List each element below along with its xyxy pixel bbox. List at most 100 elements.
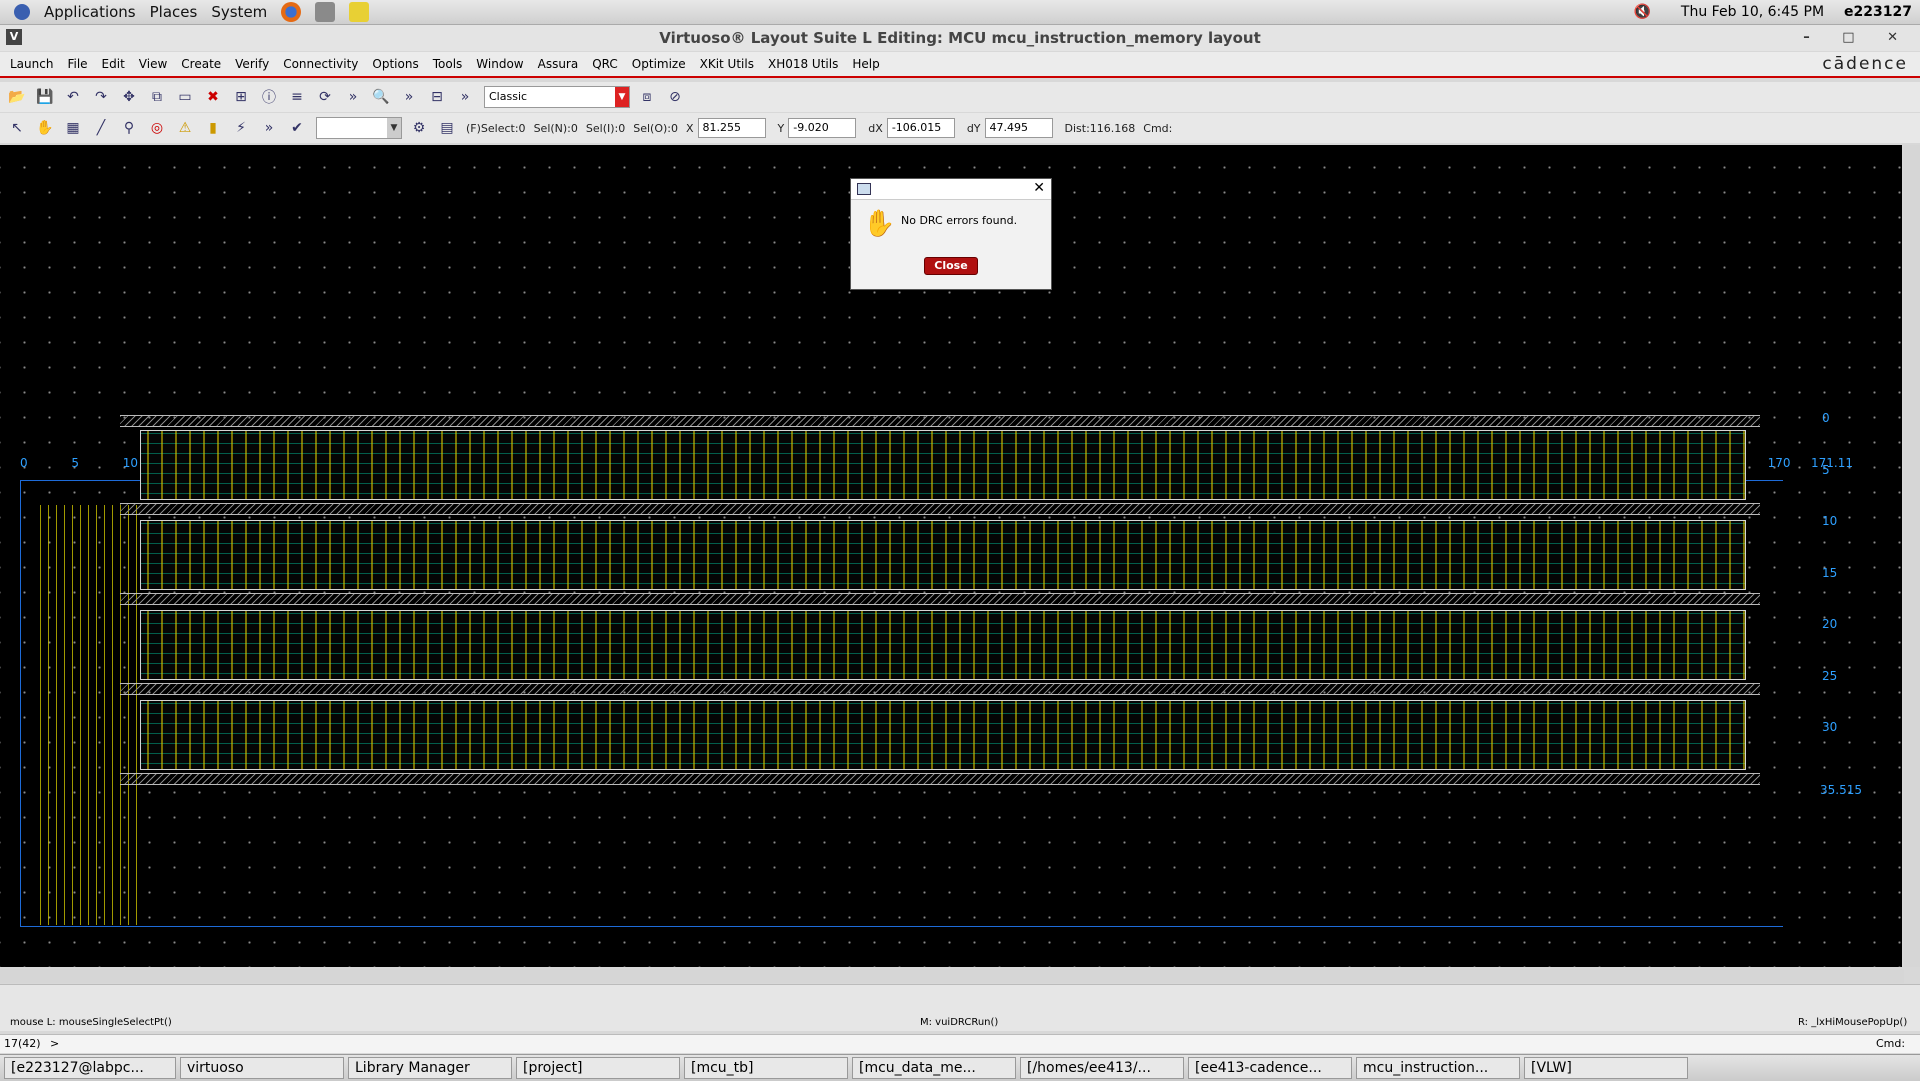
- task-mcu-instruction[interactable]: mcu_instruction...: [1356, 1057, 1520, 1079]
- warning-icon[interactable]: ⚠: [174, 117, 196, 139]
- window-menu-icon[interactable]: V: [6, 29, 22, 45]
- chevron-down-icon[interactable]: ▼: [615, 87, 629, 107]
- menu-assura[interactable]: Assura: [538, 57, 579, 71]
- y-ruler-tick: 15: [1822, 565, 1838, 580]
- menu-qrc[interactable]: QRC: [592, 57, 618, 71]
- workspace-reset-icon[interactable]: ⊘: [664, 86, 686, 108]
- panel-icon[interactable]: ▤: [436, 117, 458, 139]
- copy-icon[interactable]: ⧉: [146, 86, 168, 108]
- system-menu[interactable]: System: [211, 3, 267, 21]
- menu-create[interactable]: Create: [181, 57, 221, 71]
- window-controls[interactable]: – □ ✕: [1803, 25, 1912, 51]
- hierarchy-icon[interactable]: ⊟: [426, 86, 448, 108]
- sel-i-count: Sel(I):0: [585, 121, 626, 135]
- ruler-icon[interactable]: ╱: [90, 117, 112, 139]
- menu-connectivity[interactable]: Connectivity: [283, 57, 358, 71]
- x-label: X: [686, 121, 694, 135]
- dialog-titlebar[interactable]: ✕: [851, 179, 1051, 200]
- task-ee413-cadence[interactable]: [ee413-cadence...: [1188, 1057, 1352, 1079]
- info-icon[interactable]: ⓘ: [258, 86, 280, 108]
- menu-file[interactable]: File: [67, 57, 87, 71]
- check-icon[interactable]: ✔: [286, 117, 308, 139]
- clock[interactable]: Thu Feb 10, 6:45 PM: [1681, 4, 1824, 20]
- task-library-manager[interactable]: Library Manager: [348, 1057, 512, 1079]
- mouse-middle-binding: M: vuiDRCRun(): [920, 1017, 999, 1028]
- panel-menus: Applications Places System: [0, 2, 370, 22]
- select-icon[interactable]: ↖: [6, 117, 28, 139]
- menu-xh018-utils[interactable]: XH018 Utils: [768, 57, 838, 71]
- wire-icon[interactable]: ⚡: [230, 117, 252, 139]
- task-terminal[interactable]: [e223127@labpc...: [4, 1057, 176, 1079]
- menu-view[interactable]: View: [139, 57, 167, 71]
- task-mcu-tb[interactable]: [mcu_tb]: [684, 1057, 848, 1079]
- x-ruler-tick: 170: [1767, 456, 1791, 470]
- properties-icon[interactable]: ⊞: [230, 86, 252, 108]
- line-count: 17(42): [4, 1037, 41, 1050]
- fselect-count: (F)Select:0: [466, 121, 526, 135]
- more-icon-3[interactable]: »: [454, 86, 476, 108]
- dx-value: -106.015: [886, 118, 955, 138]
- marker-icon[interactable]: ▮: [202, 117, 224, 139]
- stretch-icon[interactable]: ▭: [174, 86, 196, 108]
- applications-menu[interactable]: Applications: [44, 3, 136, 21]
- dx-label: dX: [868, 121, 883, 135]
- layer-icon[interactable]: ▦: [62, 117, 84, 139]
- zoom-icon[interactable]: 🔍: [370, 86, 392, 108]
- menu-help[interactable]: Help: [852, 57, 879, 71]
- horizontal-scrollbar[interactable]: [0, 969, 1904, 983]
- task-virtuoso[interactable]: virtuoso: [180, 1057, 344, 1079]
- menu-options[interactable]: Options: [372, 57, 418, 71]
- workspace-save-icon[interactable]: ⧈: [636, 86, 658, 108]
- volume-icon[interactable]: 🔇: [1633, 4, 1650, 20]
- menu-verify[interactable]: Verify: [235, 57, 269, 71]
- delete-icon[interactable]: ✖: [202, 86, 224, 108]
- redo-icon[interactable]: ↷: [90, 86, 112, 108]
- menu-launch[interactable]: Launch: [10, 57, 53, 71]
- y-ruler-tick: 10: [1822, 514, 1838, 528]
- command-line[interactable]: 17(42) > Cmd:: [0, 1034, 1920, 1053]
- user-menu[interactable]: e223127: [1844, 4, 1912, 20]
- y-label: Y: [777, 121, 785, 135]
- filter-select[interactable]: ▼: [316, 117, 402, 139]
- undo-icon[interactable]: ↶: [62, 86, 84, 108]
- more-icon[interactable]: »: [342, 86, 364, 108]
- distance-readout: Dist:116.168: [1064, 121, 1136, 135]
- workspace-select[interactable]: Classic ▼: [484, 86, 630, 108]
- y-ruler-tick: 25: [1822, 668, 1838, 683]
- menu-xkit-utils[interactable]: XKit Utils: [700, 57, 754, 71]
- gear-icon[interactable]: ⚙: [408, 117, 430, 139]
- menu-optimize[interactable]: Optimize: [632, 57, 686, 71]
- task-vlw[interactable]: [VLW]: [1524, 1057, 1688, 1079]
- vertical-scrollbar[interactable]: [1904, 145, 1920, 967]
- memory-row: [140, 610, 1746, 680]
- search-layer-icon[interactable]: ⚲: [118, 117, 140, 139]
- email-launcher-icon[interactable]: [315, 2, 336, 22]
- drc-icon[interactable]: ◎: [146, 117, 168, 139]
- text-editor-launcher-icon[interactable]: [349, 2, 370, 22]
- menu-window[interactable]: Window: [476, 57, 523, 71]
- align-icon[interactable]: ≡: [286, 86, 308, 108]
- open-icon[interactable]: 📂: [6, 86, 28, 108]
- close-button[interactable]: Close: [924, 257, 978, 275]
- pan-icon[interactable]: ✋: [34, 117, 56, 139]
- task-homes-ee413[interactable]: [/homes/ee413/...: [1020, 1057, 1184, 1079]
- task-mcu-data-memory[interactable]: [mcu_data_me...: [852, 1057, 1016, 1079]
- menu-tools[interactable]: Tools: [433, 57, 463, 71]
- toolbar-main: 📂 💾 ↶ ↷ ✥ ⧉ ▭ ✖ ⊞ ⓘ ≡ ⟳ » 🔍 » ⊟ » Classi…: [0, 82, 1920, 112]
- firefox-launcher-icon[interactable]: [281, 2, 302, 22]
- move-icon[interactable]: ✥: [118, 86, 140, 108]
- memory-row: [140, 430, 1746, 500]
- refresh-icon[interactable]: ⟳: [314, 86, 336, 108]
- dy-value: 47.495: [984, 118, 1053, 138]
- menu-edit[interactable]: Edit: [102, 57, 125, 71]
- close-icon[interactable]: ✕: [1033, 180, 1045, 196]
- x-coordinate: 81.255: [697, 118, 766, 138]
- window-titlebar[interactable]: V Virtuoso® Layout Suite L Editing: MCU …: [0, 25, 1920, 51]
- chevron-down-icon-2[interactable]: ▼: [387, 118, 401, 138]
- more-icon-4[interactable]: »: [258, 117, 280, 139]
- places-menu[interactable]: Places: [150, 3, 198, 21]
- save-icon[interactable]: 💾: [34, 86, 56, 108]
- task-project[interactable]: [project]: [516, 1057, 680, 1079]
- workspace-value: Classic: [489, 90, 528, 103]
- more-icon-2[interactable]: »: [398, 86, 420, 108]
